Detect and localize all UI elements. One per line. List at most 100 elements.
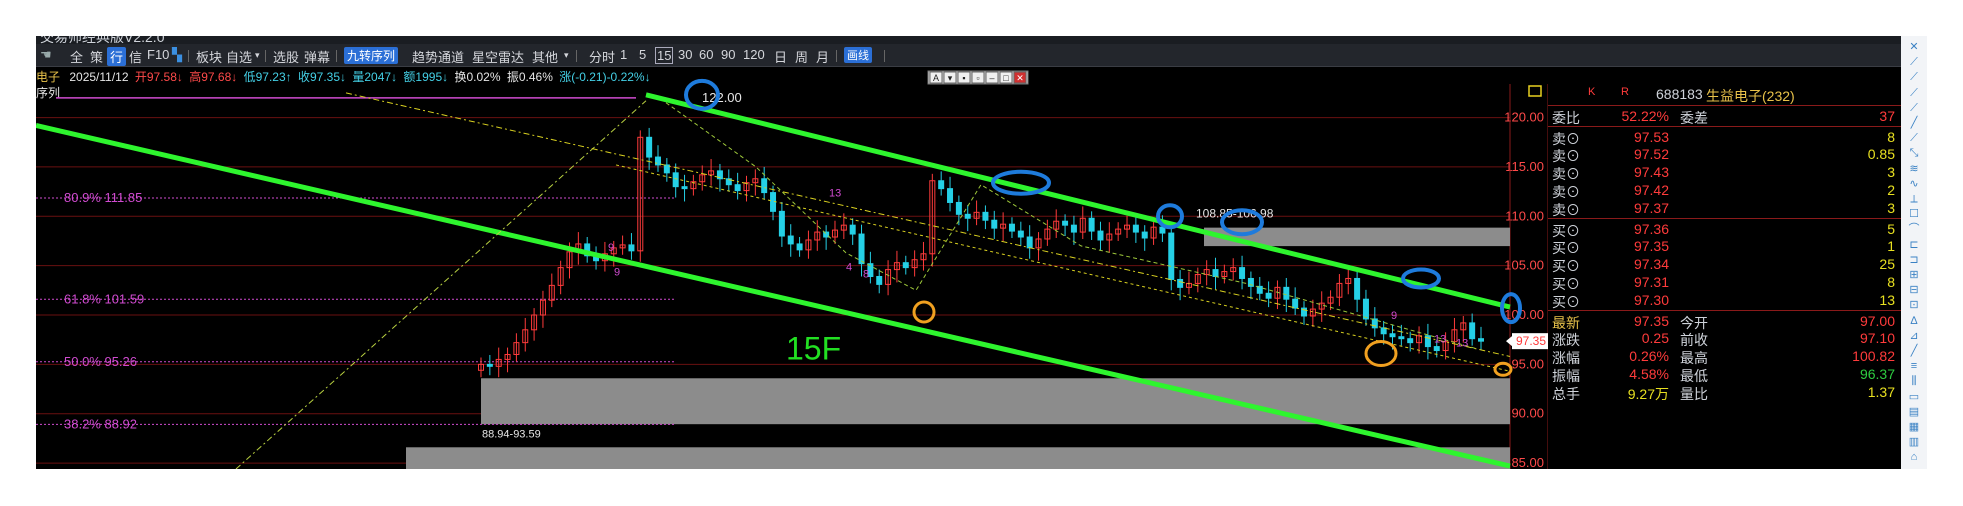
wave-tool-icon[interactable]: ∿ [1907,177,1921,191]
bars-tool-icon[interactable]: ▤ [1907,405,1921,419]
table-tool-icon[interactable]: ▦ [1907,420,1921,434]
trading-app-window: 交易师经典版V2.2.0 ☚ 全 策 行 信 F10 ▚ 板块 自选 ▾ 选股 … [36,36,1901,469]
candle-body [982,211,989,221]
slash-tool-icon[interactable]: ╱ [1907,116,1921,130]
ask-level-1[interactable]: 卖⊙ 97.37 3 [1548,198,1901,219]
fib-level-label: 80.9% 111.85 [64,190,142,205]
candle-body [796,243,803,251]
y-tick-label: 85.00 [1511,455,1544,469]
candle-body [1433,346,1440,352]
current-price-label: 97.35 [1516,334,1546,348]
quote-stat-row[interactable]: 总手 9.27万 量比 1.37 [1548,382,1901,403]
grid-tool-icon[interactable]: ⊞ [1907,268,1921,282]
stat-value: 100.82 [1852,348,1895,364]
minimize-icon-glyph: – [989,73,994,83]
rect-tool-icon[interactable]: ☐ [1907,207,1921,221]
stat-value: 97.10 [1859,330,1895,346]
candle-body [1141,231,1148,239]
bracket-right-icon[interactable]: ⊐ [1907,253,1921,267]
candle-body [1371,318,1378,329]
td-sequence-label: 13 [1456,338,1468,350]
candle-body [1070,224,1077,233]
bid-volume: 5 [1887,221,1895,237]
order-book-panel: K R 688183 生益电子(232) 委比 52.22% 委差 37 卖⊙ 97.53 8 卖⊙ 9… [1548,84,1901,469]
vertical-tool-icon[interactable]: ⟂ [1907,192,1921,206]
td-sequence-label: 9 [1391,310,1397,322]
ask-label: 卖⊙ [1552,202,1580,218]
candle-body [991,219,998,229]
bid-volume: 8 [1887,274,1895,290]
fib-tool-icon[interactable]: ≡ [1907,359,1921,373]
support-zone-lower [406,447,1510,469]
segment-tool-icon[interactable]: ⟋ [1907,86,1921,100]
box-tool-icon[interactable]: ⊟ [1907,283,1921,297]
y-tick-label: 110.00 [1505,208,1544,223]
bid-price: 97.34 [1633,256,1669,272]
weicha-value: 37 [1879,108,1895,124]
period-label: 15F [786,330,841,366]
bid-label: 买⊙ [1552,294,1580,310]
td-sequence-label: 9 [608,242,614,254]
zone-lower-label: 88.94-93.59 [482,428,541,440]
bracket-left-icon[interactable]: ⊏ [1907,238,1921,252]
weicha-label: 委差 [1680,110,1708,126]
triangle-tool-icon[interactable]: ∆ [1907,314,1921,328]
close-tool-icon[interactable]: ✕ [1907,40,1921,54]
td-sequence-label: 9 [614,267,620,279]
dropdown-icon-glyph: ▾ [948,73,953,83]
extend-line-icon[interactable]: ⤡ [1907,146,1921,160]
stat-value: 4.58% [1629,366,1669,382]
candle-body [1132,224,1139,233]
ask-price: 97.42 [1633,182,1669,198]
stat-label: 总手 [1552,386,1580,402]
square-tool-icon[interactable]: ⊡ [1907,298,1921,312]
stat-value: 0.25 [1641,330,1669,346]
candle-body [663,164,670,174]
floating-window-controls: A ▾ ▪ ▫ – □ ✕ [927,70,1029,85]
parallel-tool-icon[interactable]: ≋ [1907,162,1921,176]
ask-price: 97.43 [1633,164,1669,180]
candle-body [1354,277,1361,300]
arc-tool-icon[interactable]: ⌒ [1907,222,1921,236]
y-tick-label: 90.00 [1511,406,1544,421]
y-tick-label: 95.00 [1511,356,1544,371]
arrow-line-icon[interactable]: ⟋ [1907,131,1921,145]
fib-level-label: 38.2% 88.92 [64,416,137,431]
candle-body [1283,286,1290,300]
ask-price: 97.52 [1633,146,1669,162]
candles-group [478,127,1484,378]
candlestick-chart[interactable]: 120.00115.00110.00105.00100.0095.0090.00… [36,36,1548,469]
orange-circle-marker [1493,361,1513,377]
home-tool-icon[interactable]: ⌂ [1907,450,1921,464]
orange-circle-marker [912,300,936,324]
candle-body [1097,230,1104,241]
bid-level-5[interactable]: 买⊙ 97.30 13 [1548,290,1901,311]
candle-body [1062,220,1069,226]
candle-body [1292,298,1299,309]
webi-row[interactable]: 委比 52.22% 委差 37 [1548,105,1901,127]
candle-body [787,235,794,245]
orange-circle-marker [1364,340,1398,367]
candle-body [1026,236,1033,249]
diagonal-tool-icon[interactable]: ╱ [1907,344,1921,358]
ray-tool-icon[interactable]: ⟋ [1907,70,1921,84]
layout-icon-glyph: ▪ [962,73,965,83]
frame-tool-icon[interactable]: ▭ [1907,390,1921,404]
candle-body [1389,333,1396,338]
stat-value: 0.26% [1629,348,1669,364]
fib-level-label: 61.8% 101.59 [64,291,144,306]
angle-tool-icon[interactable]: ⊿ [1907,329,1921,343]
line-tool-icon[interactable]: ⟋ [1907,55,1921,69]
trend-tool-icon[interactable]: ⟋ [1907,101,1921,115]
drawing-tools-sidebar: ✕ ⟋ ⟋ ⟋ ⟋ ╱ ⟋ ⤡ ≋ ∿ ⟂ ☐ ⌒ ⊏ ⊐ ⊞ ⊟ ⊡ ∆ ⊿ ╱ ≡ ⫼ ▭ ▤ ▦ ▥ ⌂ [1901,36,1927,469]
candle-body [964,213,971,219]
bid-volume: 13 [1879,292,1895,308]
channel-tool-icon[interactable]: ⫼ [1907,374,1921,388]
candle-body [955,201,962,215]
candle-body [654,156,661,166]
candle-body [1239,267,1246,279]
maximize-icon-glyph: □ [1003,73,1009,83]
order-book-header[interactable]: K R 688183 生益电子(232) [1548,84,1901,105]
stat-value: 96.37 [1859,366,1895,382]
columns-tool-icon[interactable]: ▥ [1907,435,1921,449]
